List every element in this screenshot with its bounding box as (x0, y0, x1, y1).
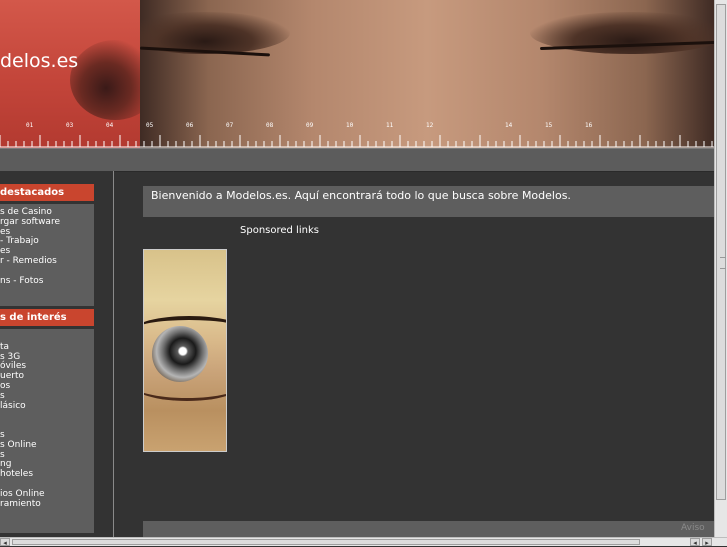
horizontal-scroll-thumb[interactable] (12, 539, 640, 545)
sponsored-links-label[interactable]: Sponsored links (240, 225, 319, 236)
sidebar-link[interactable]: rgar software (0, 217, 94, 228)
sidebar-link[interactable]: r - Remedios (0, 256, 94, 267)
sidebar-link[interactable]: ramiento (0, 499, 94, 510)
ruler-number: 10 (346, 122, 354, 129)
sidebar-link[interactable]: ns - Fotos (0, 276, 94, 287)
header-eye-shadow (70, 40, 140, 120)
ruler-number: 04 (106, 122, 114, 129)
ruler-number: 08 (266, 122, 274, 129)
vertical-scroll-thumb[interactable] (716, 4, 726, 500)
sidebar-link[interactable]: hoteles (0, 469, 94, 480)
ruler-number: 07 (226, 122, 234, 129)
sidebar-link[interactable]: - Trabajo (0, 237, 94, 247)
welcome-text: Bienvenido a Modelos.es. Aquí encontrará… (151, 189, 571, 202)
interes-list: ta s 3G óviles uerto os s lásico s s Online s ng ho… (0, 329, 94, 533)
sidebar-link[interactable]: s (0, 450, 94, 461)
ruler-number: 03 (66, 122, 74, 129)
sidebar-link[interactable] (0, 333, 94, 343)
footer-bar (143, 521, 714, 537)
ruler-number: 11 (386, 122, 394, 129)
ruler-number: 16 (585, 122, 593, 129)
ruler-number: 06 (186, 122, 194, 129)
scroll-grip-icon (720, 257, 726, 269)
ruler-number: 01 (26, 122, 34, 129)
sidebar-link[interactable]: uerto (0, 371, 94, 382)
sidebar-link[interactable]: lásico (0, 401, 94, 412)
top-navigation-bar (0, 148, 714, 172)
sidebar-link[interactable]: s Online (0, 440, 94, 451)
sidebar-link[interactable] (0, 411, 94, 421)
welcome-banner: Bienvenido a Modelos.es. Aquí encontrará… (143, 186, 714, 217)
left-sidebar: destacados s de Casino rgar software es - T… (0, 171, 114, 537)
ruler-number: 12 (426, 122, 434, 129)
destacados-title: destacados (0, 184, 94, 201)
interes-title: s de interés (0, 309, 94, 326)
sidebar-link[interactable]: os (0, 381, 94, 392)
ruler-number: 15 (545, 122, 553, 129)
site-logo[interactable]: delos.es (0, 50, 78, 72)
ruler-number: 14 (505, 122, 513, 129)
ruler-number: 09 (306, 122, 314, 129)
lower-eyelid (144, 368, 226, 401)
ruler-number: 05 (146, 122, 154, 129)
header-banner: delos.es 01 03 04 05 06 07 08 09 10 11 12 14 15 16 (0, 0, 714, 148)
eye-advert-image[interactable] (143, 249, 227, 452)
destacados-list: s de Casino rgar software es - Trabajo es r -… (0, 204, 94, 306)
aviso-link[interactable]: Aviso (681, 523, 705, 533)
vertical-scrollbar[interactable] (714, 0, 727, 537)
sidebar-link[interactable] (0, 421, 94, 431)
